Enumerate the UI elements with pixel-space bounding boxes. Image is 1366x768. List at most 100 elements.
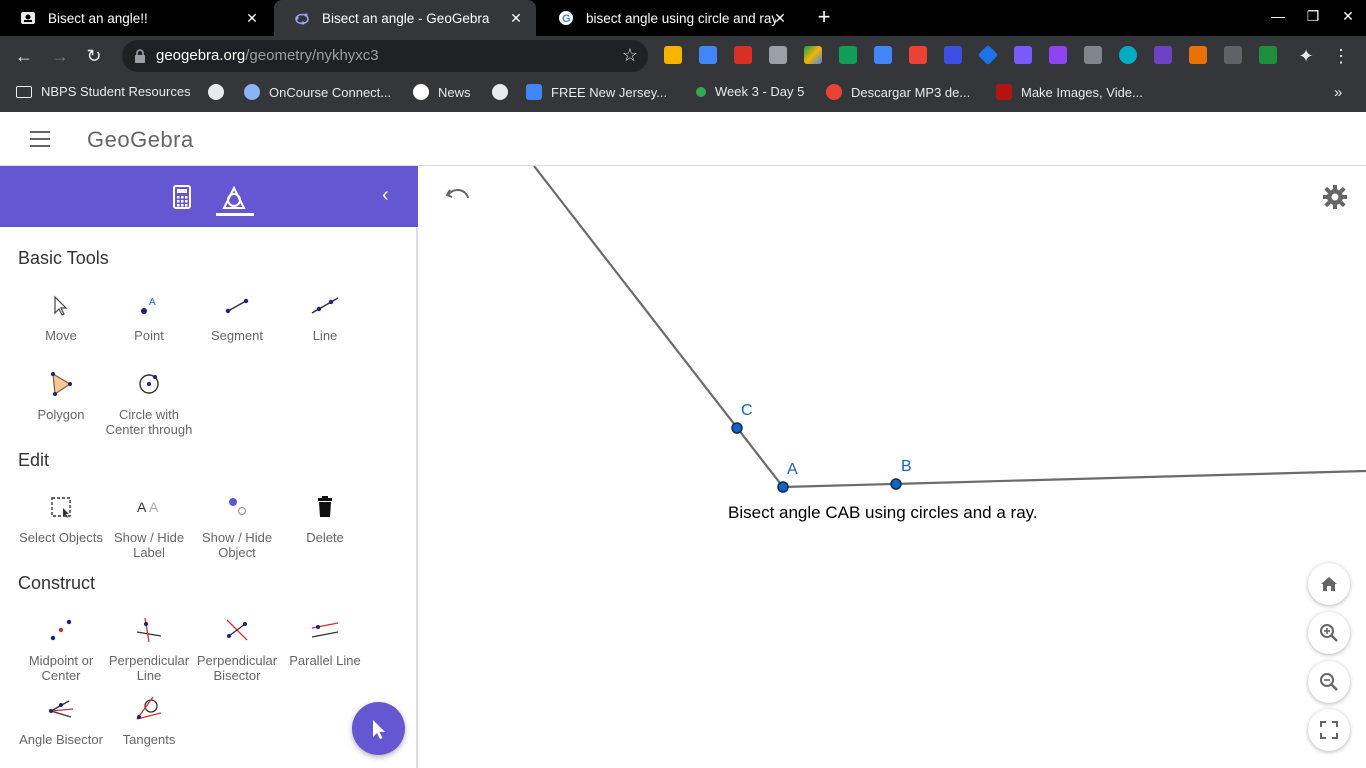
graphics-view[interactable]: C A B Bisect angle CAB using circles and… (420, 166, 1366, 768)
point-label-b[interactable]: B (901, 458, 912, 476)
extension-icon[interactable] (944, 46, 962, 64)
calculator-tab[interactable] (164, 180, 200, 216)
tool-perpendicular-bisector[interactable]: Perpendicular Bisector (193, 611, 281, 683)
bookmark-item[interactable] (492, 84, 517, 100)
extension-icon[interactable] (1154, 46, 1172, 64)
restore-icon[interactable]: ❐ (1303, 8, 1323, 25)
bookmark-item[interactable]: News (413, 84, 471, 100)
close-icon[interactable]: ✕ (244, 10, 260, 26)
zoom-in-button[interactable] (1308, 612, 1350, 654)
circle-icon (105, 365, 193, 403)
browser-tab[interactable]: G bisect angle using circle and ray ✕ (538, 0, 800, 36)
tool-circle[interactable]: Circle with Center through (105, 365, 193, 437)
extension-icon[interactable] (1084, 46, 1102, 64)
section-title: Edit (18, 450, 50, 470)
tool-segment[interactable]: Segment (193, 286, 281, 343)
translate-icon[interactable] (699, 46, 717, 64)
browser-tab-active[interactable]: Bisect an angle - GeoGebra ✕ (274, 0, 536, 36)
zoom-out-button[interactable] (1308, 661, 1350, 703)
geometry-tools-icon (222, 185, 246, 209)
ray-ab[interactable] (782, 469, 1366, 489)
tool-move[interactable]: Move (17, 286, 105, 343)
ray-ac[interactable] (533, 166, 784, 488)
menu-dots-icon[interactable]: ⋮ (1329, 44, 1353, 68)
tool-show-hide-object[interactable]: Show / Hide Object (193, 488, 281, 560)
calculator-icon (173, 185, 191, 209)
tool-show-hide-label[interactable]: AA Show / Hide Label (105, 488, 193, 560)
bookmarks-overflow[interactable]: » (1334, 84, 1342, 101)
bookmark-item[interactable]: Week 3 - Day 5 (696, 84, 804, 99)
tool-line[interactable]: Line (281, 286, 369, 343)
geometry-drawing[interactable] (420, 166, 1366, 768)
extension-icon[interactable] (977, 44, 999, 66)
extension-icon[interactable] (1049, 46, 1067, 64)
bookmark-item[interactable]: FREE New Jersey... (526, 84, 667, 100)
extension-icon[interactable] (874, 46, 892, 64)
extension-icon[interactable] (839, 46, 857, 64)
tool-point[interactable]: A Point (105, 286, 193, 343)
url-input[interactable]: geogebra.org/geometry/nykhyxc3 ☆ (122, 40, 648, 72)
tool-select-objects[interactable]: Select Objects (17, 488, 105, 545)
pdf-icon[interactable] (1014, 46, 1032, 64)
extension-icon[interactable] (1119, 46, 1137, 64)
point-label-a[interactable]: A (787, 461, 798, 479)
extension-icon[interactable] (769, 46, 787, 64)
minimize-icon[interactable]: — (1268, 8, 1288, 24)
forward-icon[interactable]: → (48, 44, 72, 68)
home-button[interactable] (1308, 563, 1350, 605)
bookmark-item[interactable]: NBPS Student Resources (16, 84, 191, 99)
music-icon (826, 84, 842, 100)
close-icon[interactable]: ✕ (772, 10, 788, 26)
gear-icon[interactable] (1322, 184, 1348, 210)
extension-icon[interactable] (734, 46, 752, 64)
angle-bisector-icon (17, 690, 105, 728)
bookmark-item[interactable]: Make Images, Vide... (996, 84, 1143, 100)
close-icon[interactable]: ✕ (508, 10, 524, 26)
tools-tab[interactable] (216, 180, 254, 216)
perp-bisector-icon (193, 611, 281, 649)
move-tool-fab[interactable] (352, 702, 405, 755)
zoom-out-icon (1320, 673, 1338, 691)
back-icon[interactable]: ← (12, 44, 36, 68)
tool-perpendicular-line[interactable]: Perpendicular Line (105, 611, 193, 683)
zoom-in-icon (1320, 624, 1338, 642)
hamburger-menu-icon[interactable] (30, 131, 50, 147)
tool-tangents[interactable]: Tangents (105, 690, 193, 747)
collapse-panel-icon[interactable]: ‹ (382, 184, 389, 207)
tool-midpoint[interactable]: Midpoint or Center (17, 611, 105, 683)
close-window-icon[interactable]: ✕ (1338, 8, 1358, 25)
extension-icon[interactable] (1224, 46, 1242, 64)
extension-icon[interactable] (909, 46, 927, 64)
drive-icon[interactable] (804, 46, 822, 64)
bookmark-item[interactable]: Descargar MP3 de... (826, 84, 970, 100)
parallel-icon (281, 611, 369, 649)
reload-icon[interactable]: ↻ (82, 44, 106, 68)
tool-polygon[interactable]: Polygon (17, 365, 105, 422)
label-icon: AA (105, 488, 193, 526)
browser-tab-bar: Bisect an angle!! ✕ Bisect an angle - Ge… (0, 0, 1366, 36)
point-b[interactable] (890, 478, 902, 490)
move-icon (17, 286, 105, 324)
leaf-icon (696, 86, 706, 97)
extension-icon[interactable] (1259, 46, 1277, 64)
bookmark-item[interactable] (208, 84, 233, 100)
tool-delete[interactable]: Delete (281, 488, 369, 545)
extension-icon[interactable] (1189, 46, 1207, 64)
point-a[interactable] (777, 481, 789, 493)
select-icon (17, 488, 105, 526)
instruction-text[interactable]: Bisect angle CAB using circles and a ray… (728, 503, 1038, 523)
tool-angle-bisector[interactable]: Angle Bisector (17, 690, 105, 747)
fullscreen-button[interactable] (1308, 709, 1350, 751)
fullscreen-icon (1320, 721, 1338, 739)
bookmark-item[interactable]: OnCourse Connect... (244, 84, 391, 100)
star-icon[interactable]: ☆ (622, 45, 638, 66)
extension-icon[interactable] (664, 46, 682, 64)
point-c[interactable] (731, 422, 743, 434)
puzzle-icon[interactable]: ✦ (1294, 44, 1318, 68)
tool-parallel-line[interactable]: Parallel Line (281, 611, 369, 668)
new-tab-button[interactable]: + (812, 6, 836, 30)
point-label-c[interactable]: C (741, 402, 753, 420)
globe-icon (208, 84, 224, 100)
undo-icon[interactable] (444, 184, 472, 208)
browser-tab[interactable]: Bisect an angle!! ✕ (0, 0, 272, 36)
